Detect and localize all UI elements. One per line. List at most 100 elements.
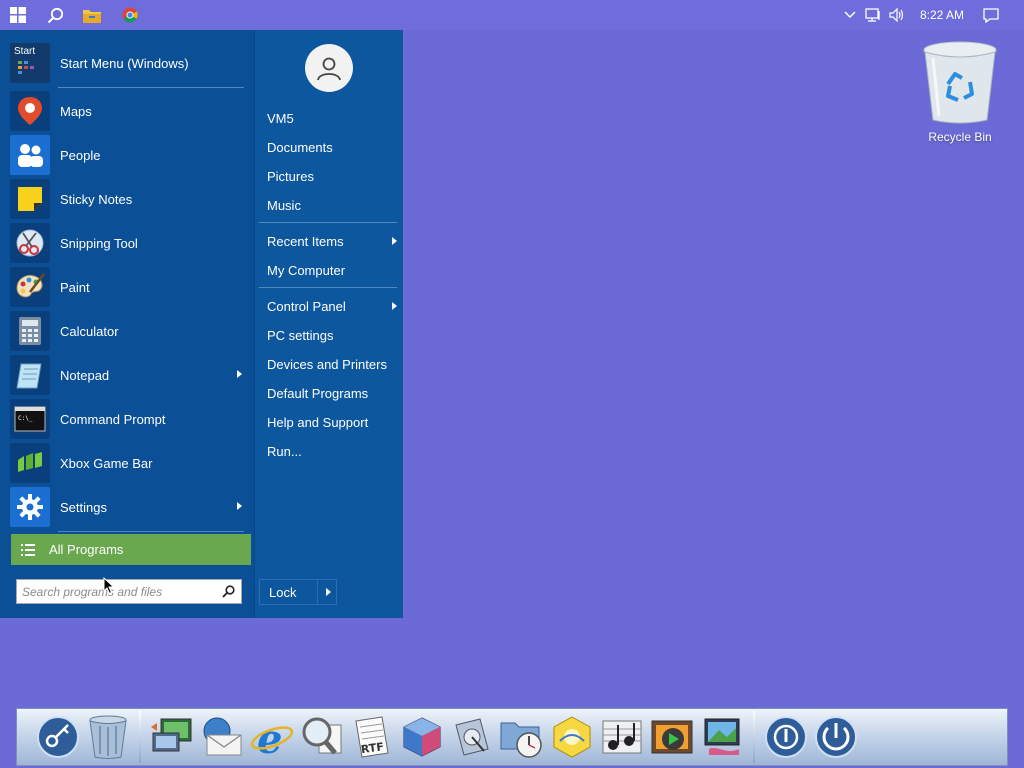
place-label: Recent Items — [267, 233, 344, 249]
clock[interactable]: 8:22 AM — [912, 0, 972, 30]
lock-options-arrow-icon[interactable] — [326, 588, 331, 596]
place-documents[interactable]: Documents — [267, 136, 397, 158]
place-default-programs[interactable]: Default Programs — [267, 382, 397, 404]
list-icon — [21, 543, 35, 556]
paint-icon — [10, 267, 50, 307]
submenu-arrow-icon — [237, 370, 242, 378]
divider — [58, 531, 244, 532]
start-menu: Start Start Menu (Windows) Maps People S… — [0, 30, 403, 618]
recycle-bin-label: Recycle Bin — [928, 130, 992, 144]
divider — [58, 87, 244, 88]
chrome-icon[interactable] — [112, 0, 148, 30]
submenu-arrow-icon — [392, 237, 397, 245]
program-label: Settings — [60, 499, 107, 515]
volume-icon[interactable] — [882, 0, 912, 30]
start-menu-programs-pane: Start Start Menu (Windows) Maps People S… — [0, 30, 254, 618]
program-label: Maps — [60, 103, 92, 119]
keychain-icon[interactable] — [33, 711, 83, 763]
program-label: Paint — [60, 279, 90, 295]
folder-clock-icon[interactable] — [497, 711, 547, 763]
maps-icon — [10, 91, 50, 131]
trash-icon[interactable] — [83, 711, 133, 763]
program-sticky-notes[interactable]: Sticky Notes — [10, 178, 246, 220]
notepad-icon — [10, 355, 50, 395]
user-avatar-icon[interactable] — [305, 44, 353, 92]
rtf-document-icon[interactable]: RTF — [347, 711, 397, 763]
dock-divider — [753, 711, 755, 763]
taskbar: 8:22 AM — [0, 0, 1024, 30]
search-icon[interactable] — [37, 0, 73, 30]
xbox-game-bar-icon — [10, 443, 50, 483]
search-input[interactable] — [22, 581, 218, 602]
place-run[interactable]: Run... — [267, 440, 397, 462]
start-menu-header[interactable]: Start Start Menu (Windows) — [10, 42, 246, 84]
media-player-icon[interactable] — [647, 711, 697, 763]
sticky-notes-icon — [10, 179, 50, 219]
place-my-computer[interactable]: My Computer — [267, 259, 397, 281]
program-command-prompt[interactable]: C:\_ Command Prompt — [10, 398, 246, 440]
divider — [259, 287, 397, 288]
notification-icon[interactable] — [974, 0, 1008, 30]
settings-gear-icon — [10, 487, 50, 527]
program-label: Calculator — [60, 323, 119, 339]
lock-label: Lock — [269, 584, 297, 600]
network-transfer-icon[interactable] — [147, 711, 197, 763]
program-settings[interactable]: Settings — [10, 486, 246, 528]
dock: e RTF — [16, 708, 1008, 766]
divider — [259, 222, 397, 223]
program-maps[interactable]: Maps — [10, 90, 246, 132]
submenu-arrow-icon — [237, 502, 242, 510]
place-pictures[interactable]: Pictures — [267, 165, 397, 187]
mouse-cursor-icon — [103, 577, 115, 595]
program-people[interactable]: People — [10, 134, 246, 176]
start-menu-places-pane: VM5 Documents Pictures Music Recent Item… — [254, 30, 403, 618]
place-help-support[interactable]: Help and Support — [267, 411, 397, 433]
mail-icon[interactable] — [197, 711, 247, 763]
command-prompt-icon: C:\_ — [10, 399, 50, 439]
recycle-bin-icon — [923, 41, 997, 124]
search-icon[interactable] — [222, 585, 235, 598]
snipping-tool-icon — [10, 223, 50, 263]
power-icon[interactable] — [761, 711, 811, 763]
start-menu-header-label: Start Menu (Windows) — [60, 55, 189, 71]
search-box[interactable] — [16, 579, 242, 604]
all-programs-button[interactable]: All Programs — [11, 534, 251, 565]
paint-display-icon[interactable] — [697, 711, 747, 763]
place-control-panel[interactable]: Control Panel — [267, 295, 397, 317]
dock-divider — [139, 711, 141, 763]
sun-hexagon-icon[interactable] — [547, 711, 597, 763]
place-recent-items[interactable]: Recent Items — [267, 230, 397, 252]
program-calculator[interactable]: Calculator — [10, 310, 246, 352]
desktop-icon-recycle-bin[interactable]: Recycle Bin — [916, 40, 1004, 158]
magnifier-icon[interactable] — [297, 711, 347, 763]
disk-utility-icon[interactable] — [447, 711, 497, 763]
program-snipping-tool[interactable]: Snipping Tool — [10, 222, 246, 264]
lock-button[interactable]: Lock — [259, 579, 337, 605]
calculator-icon — [10, 311, 50, 351]
start-menu-logo-text: Start — [14, 46, 36, 57]
music-notes-icon[interactable] — [597, 711, 647, 763]
place-pc-settings[interactable]: PC settings — [267, 324, 397, 346]
svg-text:C:\_: C:\_ — [18, 415, 33, 422]
windows-start-icon[interactable] — [0, 0, 36, 30]
submenu-arrow-icon — [392, 302, 397, 310]
internet-explorer-icon[interactable]: e — [247, 711, 297, 763]
place-label: Control Panel — [267, 298, 346, 314]
place-music[interactable]: Music — [267, 194, 397, 216]
start-menu-logo-icon: Start — [10, 43, 50, 83]
program-paint[interactable]: Paint — [10, 266, 246, 308]
shutdown-icon[interactable] — [811, 711, 861, 763]
file-explorer-icon[interactable] — [74, 0, 110, 30]
program-label: People — [60, 147, 101, 163]
place-devices-printers[interactable]: Devices and Printers — [267, 353, 397, 375]
place-user[interactable]: VM5 — [267, 107, 397, 129]
program-notepad[interactable]: Notepad — [10, 354, 246, 396]
program-xbox-game-bar[interactable]: Xbox Game Bar — [10, 442, 246, 484]
svg-text:e: e — [257, 716, 282, 759]
cube-app-icon[interactable] — [397, 711, 447, 763]
program-label: Snipping Tool — [60, 235, 138, 251]
all-programs-label: All Programs — [49, 542, 124, 557]
program-label: Notepad — [60, 367, 110, 383]
program-label: Command Prompt — [60, 411, 166, 427]
program-label: Xbox Game Bar — [60, 455, 153, 471]
